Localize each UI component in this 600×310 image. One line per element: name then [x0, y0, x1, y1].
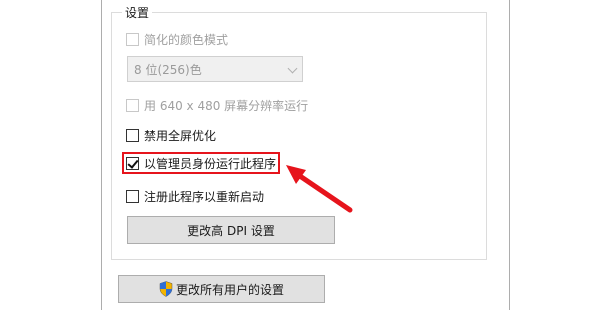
red-arrow-annotation [286, 165, 353, 213]
chevron-down-icon [287, 63, 298, 74]
change-dpi-label: 更改高 DPI 设置 [187, 223, 275, 238]
color-mode-value: 8 位(256)色 [134, 62, 202, 77]
register-restart-checkbox[interactable] [126, 189, 139, 203]
disable-fullscreen-label: 禁用全屏优化 [144, 128, 217, 143]
disable-fullscreen-option[interactable]: 禁用全屏优化 [126, 127, 216, 143]
color-mode-select[interactable]: 8 位(256)色 [127, 56, 303, 82]
highlight-box [122, 152, 280, 174]
reduced-color-label: 简化的颜色模式 [144, 32, 229, 47]
res-640-label: 用 640 x 480 屏幕分辨率运行 [144, 98, 309, 113]
reduced-color-checkbox[interactable] [126, 32, 139, 46]
register-restart-option[interactable]: 注册此程序以重新启动 [126, 188, 264, 204]
change-all-users-label: 更改所有用户的设置 [175, 282, 284, 297]
res-640-checkbox[interactable] [126, 98, 139, 112]
change-all-users-button[interactable]: 更改所有用户的设置 [118, 275, 325, 303]
settings-group-title: 设置 [122, 4, 153, 21]
reduced-color-option[interactable]: 简化的颜色模式 [126, 31, 228, 47]
change-dpi-button[interactable]: 更改高 DPI 设置 [127, 216, 335, 244]
register-restart-label: 注册此程序以重新启动 [144, 189, 265, 204]
disable-fullscreen-checkbox[interactable] [126, 128, 139, 142]
res-640-option[interactable]: 用 640 x 480 屏幕分辨率运行 [126, 97, 308, 113]
uac-shield-icon [159, 281, 173, 297]
